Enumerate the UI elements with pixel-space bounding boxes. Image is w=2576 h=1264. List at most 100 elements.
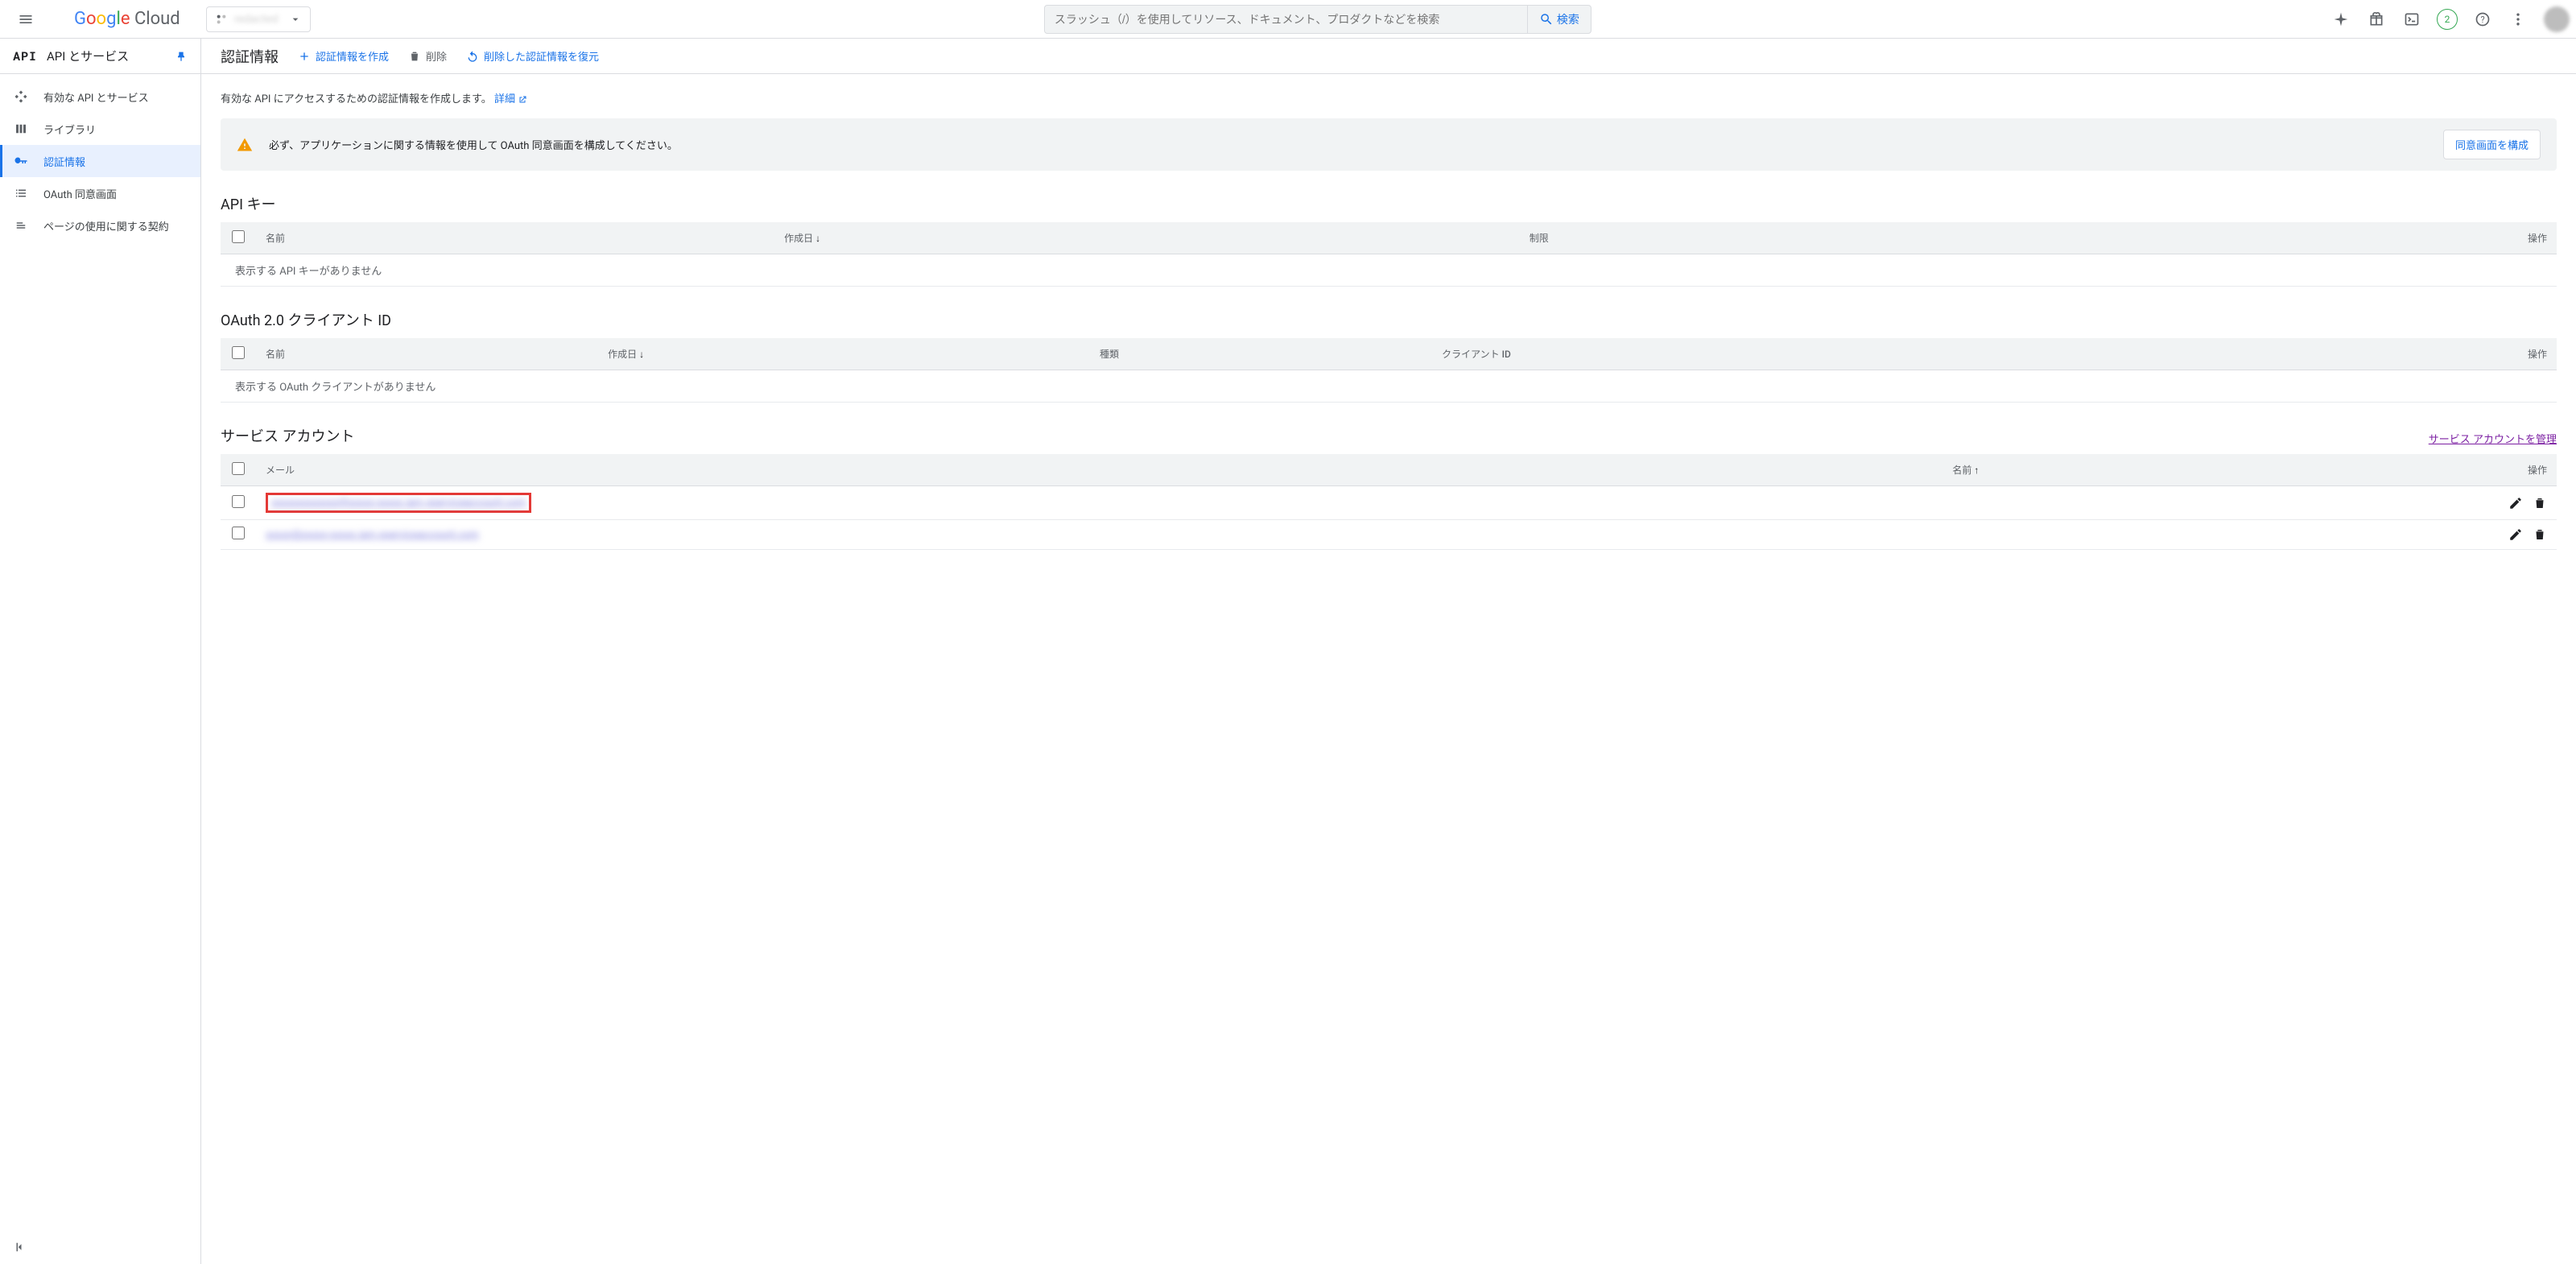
restore-icon <box>466 50 479 63</box>
sort-asc-icon: ↑ <box>1974 465 1979 476</box>
search-icon <box>1539 12 1554 27</box>
delete-button[interactable]: 削除 <box>408 48 447 64</box>
project-name: redacted <box>234 13 283 26</box>
service-account-email-link[interactable]: xxxxxxxxxxxxx@xxxxx-xxxxx.iam.gserviceac… <box>271 497 526 509</box>
sort-desc-icon: ↓ <box>639 349 644 360</box>
sidebar-header: API API とサービス <box>0 39 200 74</box>
sidebar-item-oauth-consent[interactable]: OAuth 同意画面 <box>0 177 200 209</box>
restore-button[interactable]: 削除した認証情報を復元 <box>466 48 599 64</box>
col-client-id[interactable]: クライアント ID <box>1432 338 2215 370</box>
section-title: API キー <box>221 193 275 214</box>
trash-icon <box>408 50 421 63</box>
search-wrap: 検索 <box>317 5 2318 34</box>
api-logo-icon: API <box>13 48 37 64</box>
more-vert-icon[interactable] <box>2502 3 2534 35</box>
col-name[interactable]: 名前 <box>256 338 598 370</box>
menu-icon[interactable] <box>6 0 45 39</box>
col-name[interactable]: 名前 ↑ <box>1942 454 2214 486</box>
help-icon[interactable]: ? <box>2467 3 2499 35</box>
sidebar-item-library[interactable]: ライブラリ <box>0 113 200 145</box>
library-icon <box>13 122 29 136</box>
api-keys-section: API キー 名前 作成日 ↓ 制限 操作 表示する API キーがありません <box>221 193 2557 287</box>
service-account-email-link[interactable]: xxxxx@xxxxx-xxxxx.iam.gserviceaccount.co… <box>266 529 479 541</box>
oauth-consent-alert: 必ず、アプリケーションに関する情報を使用して OAuth 同意画面を構成してくだ… <box>221 118 2557 171</box>
sidebar-item-label: 認証情報 <box>43 154 85 169</box>
col-restriction[interactable]: 制限 <box>1520 222 2038 254</box>
sidebar-item-page-usage[interactable]: ページの使用に関する契約 <box>0 209 200 242</box>
delete-icon[interactable] <box>2533 527 2547 542</box>
search-input[interactable] <box>1045 13 1527 26</box>
cloud-shell-icon[interactable] <box>2396 3 2428 35</box>
warning-icon <box>237 137 253 153</box>
content: 有効な API にアクセスするための認証情報を作成します。 詳細 必ず、アプリケ… <box>201 74 2576 589</box>
oauth-clients-section: OAuth 2.0 クライアント ID 名前 作成日 ↓ 種類 クライアント I… <box>221 309 2557 403</box>
delete-icon[interactable] <box>2533 496 2547 510</box>
col-created[interactable]: 作成日 ↓ <box>774 222 1520 254</box>
nav: 有効な API とサービス ライブラリ 認証情報 OAuth 同意画面 ページの… <box>0 74 200 248</box>
chevron-down-icon <box>289 13 302 26</box>
top-header: Google Cloud redacted 検索 2 ? <box>0 0 2576 39</box>
search-box: 検索 <box>1044 5 1591 34</box>
page-header: 認証情報 認証情報を作成 削除 削除した認証情報を復元 <box>201 39 2576 74</box>
dashboard-icon <box>13 89 29 104</box>
oauth-clients-table: 名前 作成日 ↓ 種類 クライアント ID 操作 表示する OAuth クライア… <box>221 338 2557 403</box>
table-row: xxxxx@xxxxx-xxxxx.iam.gserviceaccount.co… <box>221 520 2557 550</box>
empty-row: 表示する OAuth クライアントがありません <box>221 370 2557 403</box>
gcp-logo[interactable]: Google Cloud <box>52 9 180 29</box>
alert-text: 必ず、アプリケーションに関する情報を使用して OAuth 同意画面を構成してくだ… <box>269 137 2427 152</box>
pin-icon[interactable] <box>175 50 188 63</box>
sidebar-item-label: ページの使用に関する契約 <box>43 218 169 233</box>
section-title: サービス アカウント <box>221 425 354 446</box>
col-type[interactable]: 種類 <box>1090 338 1432 370</box>
search-button[interactable]: 検索 <box>1527 6 1591 33</box>
project-selector[interactable]: redacted <box>206 6 311 32</box>
section-title: OAuth 2.0 クライアント ID <box>221 309 391 330</box>
gemini-icon[interactable] <box>2325 3 2357 35</box>
agreement-icon <box>13 218 29 233</box>
col-ops: 操作 <box>2038 222 2557 254</box>
col-created[interactable]: 作成日 ↓ <box>598 338 1090 370</box>
gift-icon[interactable] <box>2360 3 2392 35</box>
select-all-checkbox[interactable] <box>232 346 245 359</box>
help-link[interactable]: 詳細 <box>494 93 527 105</box>
avatar[interactable] <box>2544 6 2570 32</box>
empty-row: 表示する API キーがありません <box>221 254 2557 287</box>
sidebar-item-label: OAuth 同意画面 <box>43 186 117 201</box>
select-all-checkbox[interactable] <box>232 462 245 475</box>
main: 認証情報 認証情報を作成 削除 削除した認証情報を復元 有効な API にアクセ… <box>201 39 2576 1264</box>
sidebar-item-label: 有効な API とサービス <box>43 89 149 105</box>
sidebar-item-label: ライブラリ <box>43 122 96 137</box>
table-row: xxxxxxxxxxxxx@xxxxx-xxxxx.iam.gserviceac… <box>221 486 2557 520</box>
collapse-sidebar-icon[interactable] <box>13 1240 27 1254</box>
sidebar-title: API とサービス <box>47 48 165 64</box>
sidebar: API API とサービス 有効な API とサービス ライブラリ 認証情報 O… <box>0 39 201 1264</box>
col-ops: 操作 <box>2214 454 2557 486</box>
create-credentials-button[interactable]: 認証情報を作成 <box>298 48 389 64</box>
help-text: 有効な API にアクセスするための認証情報を作成します。 詳細 <box>221 90 2557 105</box>
select-all-checkbox[interactable] <box>232 230 245 243</box>
edit-icon[interactable] <box>2508 496 2523 510</box>
row-checkbox[interactable] <box>232 495 245 508</box>
col-ops: 操作 <box>2215 338 2557 370</box>
service-accounts-section: サービス アカウント サービス アカウントを管理 メール 名前 ↑ 操作 xxx… <box>221 425 2557 550</box>
api-keys-table: 名前 作成日 ↓ 制限 操作 表示する API キーがありません <box>221 222 2557 287</box>
page-title: 認証情報 <box>221 46 279 67</box>
service-accounts-table: メール 名前 ↑ 操作 xxxxxxxxxxxxx@xxxxx-xxxxx.ia… <box>221 454 2557 550</box>
row-checkbox[interactable] <box>232 527 245 539</box>
consent-icon <box>13 186 29 200</box>
sidebar-item-enabled-apis[interactable]: 有効な API とサービス <box>0 81 200 113</box>
manage-service-accounts-link[interactable]: サービス アカウントを管理 <box>2429 431 2557 446</box>
edit-icon[interactable] <box>2508 527 2523 542</box>
sort-desc-icon: ↓ <box>815 233 820 244</box>
notifications-badge[interactable]: 2 <box>2431 3 2463 35</box>
configure-consent-button[interactable]: 同意画面を構成 <box>2443 130 2541 159</box>
highlighted-email: xxxxxxxxxxxxx@xxxxx-xxxxx.iam.gserviceac… <box>266 493 531 513</box>
key-icon <box>13 154 29 168</box>
external-link-icon <box>518 95 527 105</box>
header-icons: 2 ? <box>2325 3 2570 35</box>
brand-text: Google Cloud <box>74 9 180 29</box>
col-email[interactable]: メール <box>256 454 1942 486</box>
col-name[interactable]: 名前 <box>256 222 774 254</box>
svg-text:?: ? <box>2480 14 2484 25</box>
sidebar-item-credentials[interactable]: 認証情報 <box>0 145 200 177</box>
